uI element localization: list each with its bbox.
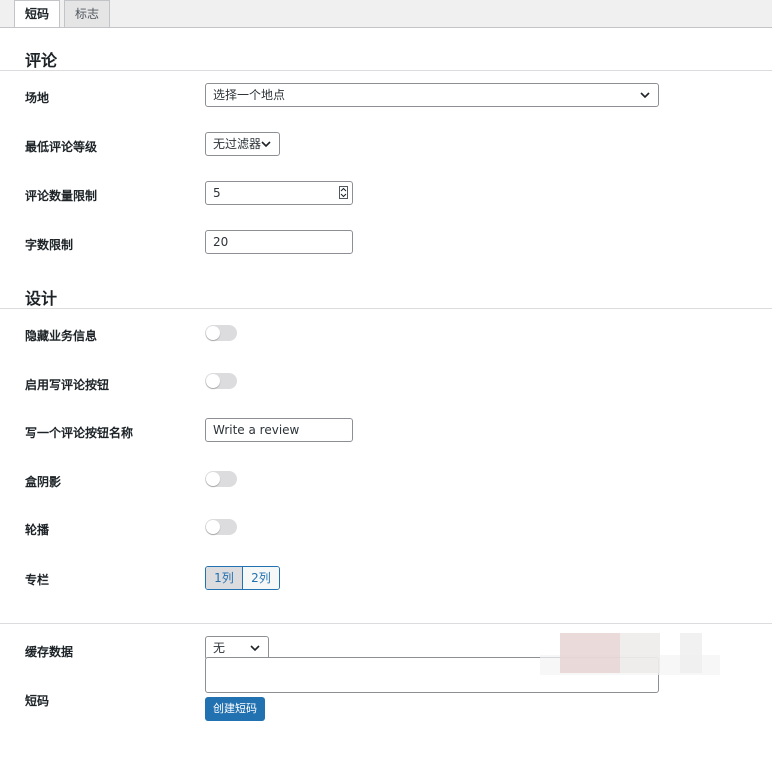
review-limit-value: 5 [213,186,221,200]
word-limit-input[interactable]: 20 [205,230,353,254]
review-limit-input[interactable]: 5 [205,181,353,205]
chevron-down-icon [640,92,650,99]
hide-business-info-label: 隐藏业务信息 [25,329,98,343]
columns-segmented-control: 1列 2列 [205,566,280,590]
tab-logo[interactable]: 标志 [64,0,111,27]
columns-option-1[interactable]: 1列 [206,567,243,589]
carousel-label: 轮播 [25,523,50,537]
venue-select-value: 选择一个地点 [213,88,286,102]
design-section-title: 设计 [25,289,58,308]
word-limit-label: 字数限制 [25,238,74,252]
box-shadow-toggle[interactable] [205,471,237,487]
carousel-toggle[interactable] [205,519,237,535]
divider [0,70,772,71]
reviews-section-title: 评论 [25,51,58,70]
divider [0,308,772,309]
tab-shortcode[interactable]: 短码 [14,0,61,28]
tab-bar: 短码 标志 [14,0,114,28]
shortcode-label: 短码 [25,694,50,708]
cache-label: 缓存数据 [25,645,74,659]
enable-write-review-label: 启用写评论按钮 [25,378,110,392]
toggle-knob [206,520,220,534]
number-stepper-icon[interactable] [339,186,348,199]
min-rating-select[interactable]: 无过滤器 [205,132,280,156]
venue-select[interactable]: 选择一个地点 [205,83,659,107]
min-rating-select-value: 无过滤器 [213,137,262,151]
columns-option-2[interactable]: 2列 [243,567,279,589]
hide-business-info-toggle[interactable] [205,325,237,341]
columns-label: 专栏 [25,573,50,587]
min-rating-label: 最低评论等级 [25,140,98,154]
create-shortcode-button[interactable]: 创建短码 [205,697,265,721]
blurred-overlay [560,633,620,673]
venue-label: 场地 [25,91,50,105]
box-shadow-label: 盒阴影 [25,475,62,489]
divider [0,623,772,624]
toggle-knob [206,326,220,340]
chevron-down-icon [261,141,271,148]
write-review-button-name-label: 写一个评论按钮名称 [25,426,134,440]
review-limit-label: 评论数量限制 [25,189,98,203]
toggle-knob [206,374,220,388]
cache-select-value: 无 [213,641,226,655]
write-review-button-name-input[interactable]: Write a review [205,418,353,442]
blurred-overlay [620,633,660,673]
enable-write-review-toggle[interactable] [205,373,237,389]
toggle-knob [206,472,220,486]
word-limit-value: 20 [213,235,229,249]
blurred-overlay [680,633,702,673]
chevron-down-icon [250,645,260,652]
write-review-button-name-value: Write a review [213,423,300,437]
